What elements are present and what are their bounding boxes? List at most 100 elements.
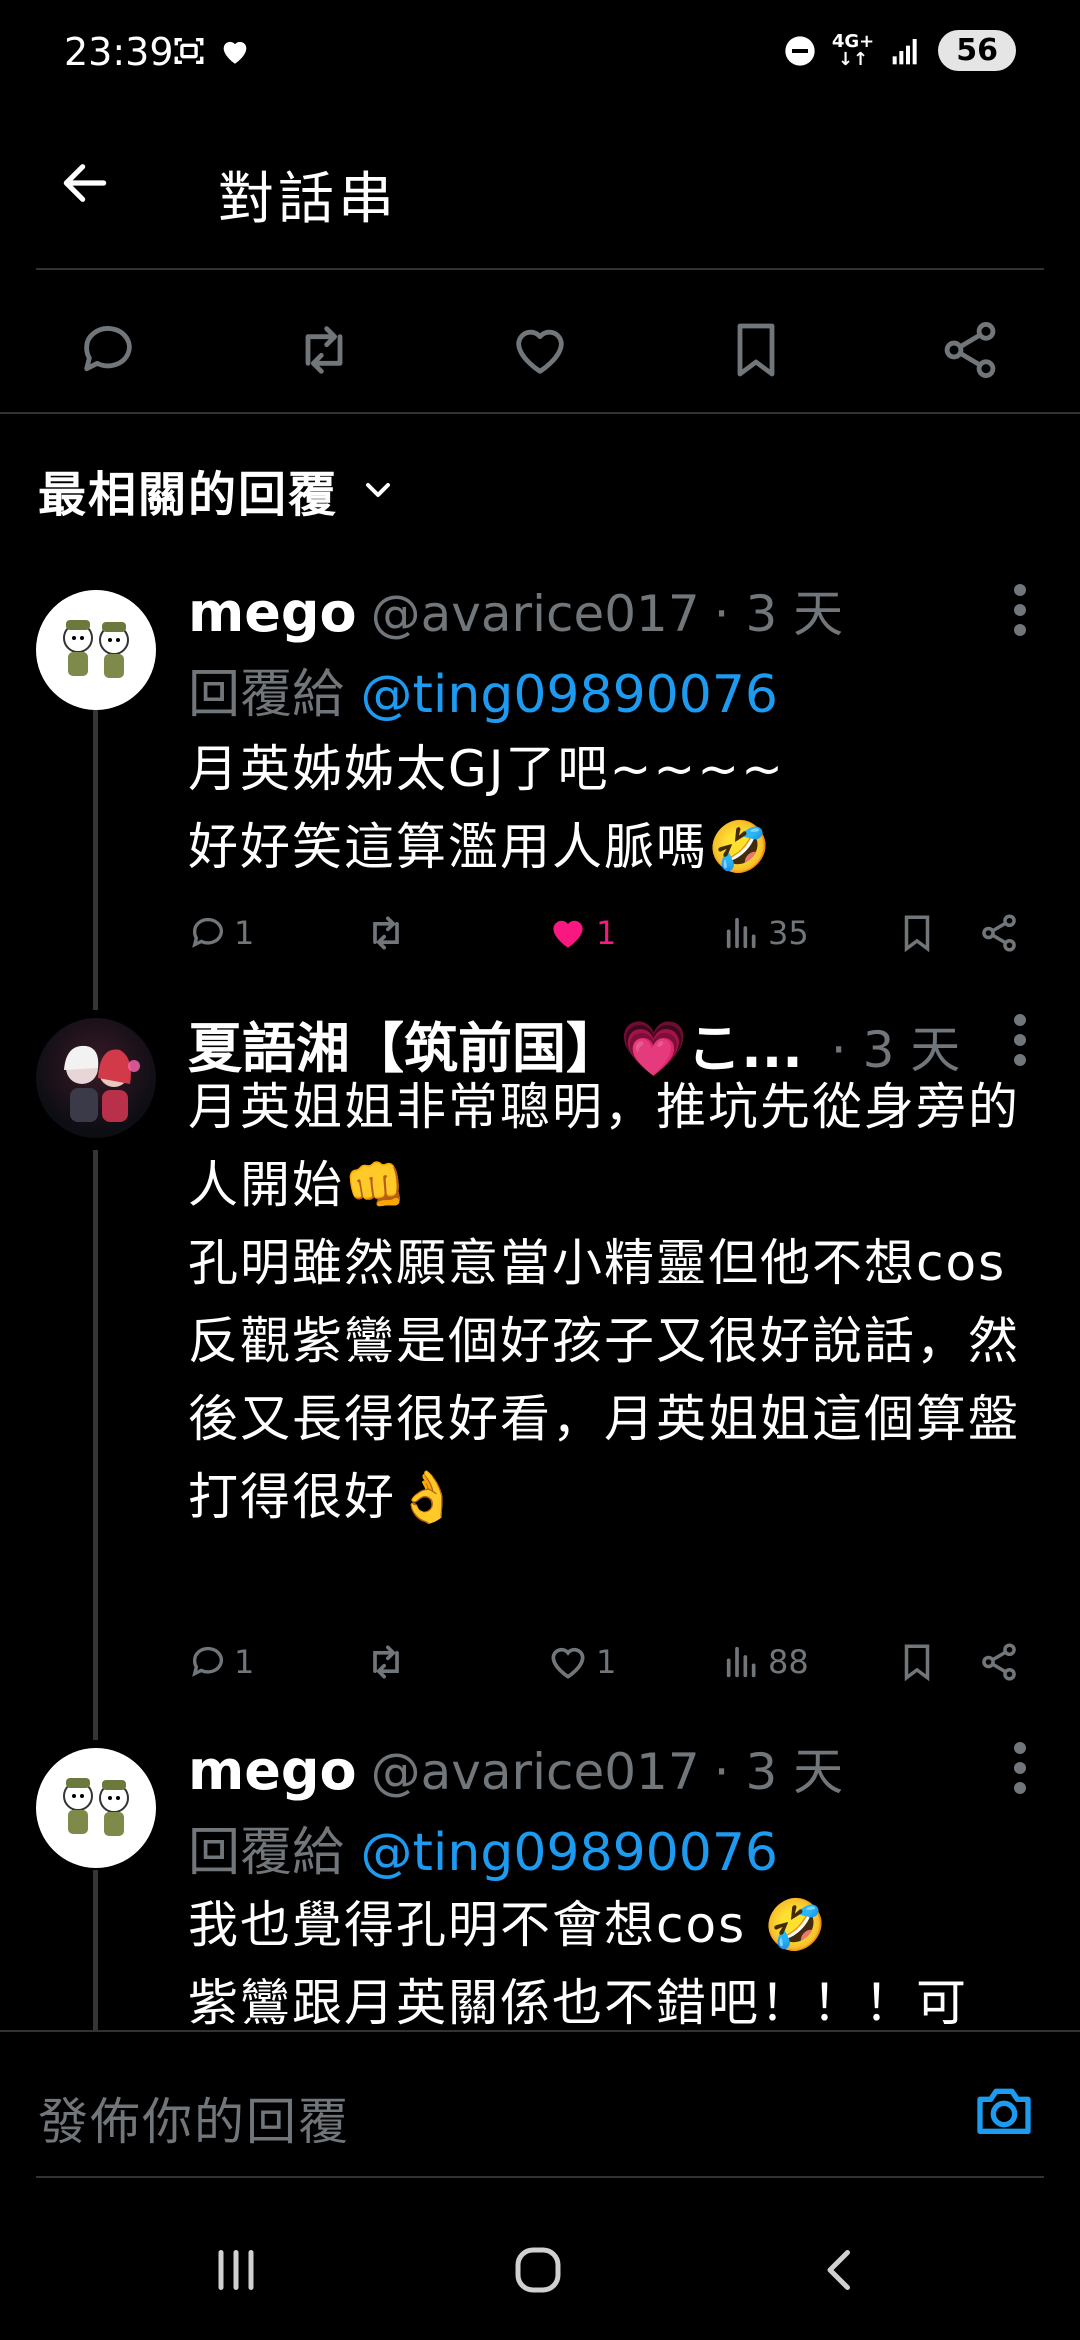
- tweet-header: mego @avarice017 · 3 天: [188, 1732, 843, 1804]
- divider: [0, 412, 1080, 414]
- signal-icon: [892, 38, 917, 64]
- reply-count: 1: [234, 1643, 255, 1681]
- tweet-text: 月英姊姊太GJ了吧~~~~ 好好笑這算濫用人脈嗎🤣: [188, 740, 786, 876]
- avatar[interactable]: [36, 590, 156, 710]
- chevron-down-icon: [366, 483, 391, 497]
- divider: [36, 2176, 1044, 2178]
- tweet-text: 月英姐姐非常聰明，推坑先從身旁的人開始👊 孔明雖然願意當小精靈但他不想cos 反…: [188, 1078, 1020, 1526]
- reply-button[interactable]: 1: [188, 1632, 254, 1692]
- reply-to: 回覆給 @ting09890076: [188, 1823, 779, 1883]
- avatar-photo-image: [64, 1045, 140, 1122]
- main-tweet-actions: [0, 290, 1080, 410]
- share-button[interactable]: [930, 310, 1010, 390]
- repost-button[interactable]: [364, 1632, 408, 1692]
- views-button[interactable]: 88: [722, 1632, 809, 1692]
- heart-status-icon: [223, 41, 247, 64]
- author-handle[interactable]: @avarice017: [371, 585, 700, 643]
- author-handle[interactable]: @avarice017: [371, 1743, 700, 1801]
- tweet-time: · 3 天: [713, 1743, 844, 1801]
- share-icon: [944, 322, 996, 378]
- reply-sort-dropdown[interactable]: 最相關的回覆: [38, 455, 398, 525]
- more-icon[interactable]: [1010, 580, 1030, 640]
- reply-count: 1: [234, 914, 255, 952]
- avatar-cartoon-image: [63, 620, 129, 678]
- network-indicator: 4G+ ↓↑: [831, 30, 875, 70]
- share-button[interactable]: [978, 1632, 1020, 1692]
- bookmark-button[interactable]: [896, 1632, 938, 1692]
- heart-icon: [516, 329, 564, 374]
- share-icon: [982, 914, 1016, 952]
- share-button[interactable]: [978, 903, 1020, 963]
- bookmark-button[interactable]: [896, 903, 938, 963]
- like-button[interactable]: 1: [546, 903, 616, 963]
- repost-button[interactable]: [284, 310, 364, 390]
- bookmark-button[interactable]: [716, 310, 796, 390]
- tweet-actions: 1 1 88: [188, 1632, 1038, 1692]
- like-count: 1: [596, 914, 617, 952]
- reply-to: 回覆給 @ting09890076: [188, 665, 779, 725]
- reply-button[interactable]: 1: [188, 903, 254, 963]
- mention-link[interactable]: @ting09890076: [361, 1823, 778, 1883]
- views-icon: [726, 917, 756, 949]
- recent-apps-button[interactable]: [186, 2230, 286, 2310]
- bookmark-icon: [904, 915, 930, 953]
- chevron-left-icon: [827, 2250, 850, 2290]
- mention-link[interactable]: @ting09890076: [361, 665, 778, 725]
- sort-label: 最相關的回覆: [38, 467, 339, 523]
- status-time: 23:39: [64, 30, 174, 74]
- bookmark-icon: [737, 323, 775, 377]
- dnd-icon: [785, 35, 815, 66]
- bookmark-icon: [904, 1644, 930, 1682]
- repost-icon: [305, 326, 343, 374]
- divider: [36, 268, 1044, 270]
- thread-line: [93, 1870, 98, 2030]
- tweet-header: mego @avarice017 · 3 天: [188, 574, 843, 646]
- more-icon[interactable]: [1010, 1010, 1030, 1070]
- back-nav-button[interactable]: [790, 2230, 890, 2310]
- views-button[interactable]: 35: [722, 903, 809, 963]
- thread-line: [93, 1150, 98, 1740]
- heart-icon: [551, 1647, 585, 1679]
- thread-line: [93, 710, 98, 1010]
- system-navigation-bar: [0, 2200, 1080, 2340]
- back-button[interactable]: [50, 148, 120, 218]
- comment-icon: [84, 326, 132, 372]
- home-icon: [515, 2247, 561, 2293]
- tweet-actions: 1 1 35: [188, 903, 1038, 963]
- screenshot-icon: [174, 37, 204, 65]
- camera-button[interactable]: [964, 2070, 1044, 2150]
- repost-button[interactable]: [364, 903, 408, 963]
- top-app-bar: 對話串: [0, 110, 1080, 260]
- avatar-cartoon-image: [63, 1778, 129, 1836]
- avatar[interactable]: [36, 1018, 156, 1138]
- home-button[interactable]: [488, 2230, 588, 2310]
- like-button[interactable]: [500, 310, 580, 390]
- share-icon: [982, 1643, 1016, 1681]
- more-icon[interactable]: [1010, 1738, 1030, 1798]
- avatar[interactable]: [36, 1748, 156, 1868]
- status-bar: 23:39 4G+ ↓↑ 56: [0, 0, 1080, 110]
- recent-apps-icon: [218, 2250, 254, 2290]
- repost-icon: [373, 1645, 399, 1679]
- views-icon: [726, 1646, 756, 1678]
- camera-icon: [977, 2088, 1031, 2134]
- reply-input[interactable]: 發佈你的回覆: [38, 2082, 350, 2154]
- reply-button[interactable]: [68, 310, 148, 390]
- repost-icon: [373, 916, 399, 950]
- tweet-text: 我也覺得孔明不會想cos 🤣 紫鸞跟月英關係也不錯吧！！！可: [188, 1896, 968, 2032]
- like-count: 1: [596, 1643, 617, 1681]
- divider: [0, 2030, 1080, 2032]
- heart-filled-icon: [553, 920, 583, 948]
- reply-composer[interactable]: 發佈你的回覆: [0, 2030, 1080, 2180]
- comment-icon: [192, 1646, 223, 1677]
- battery-indicator: 56: [938, 30, 1016, 71]
- author-name[interactable]: mego: [188, 581, 357, 644]
- like-button[interactable]: 1: [546, 1632, 616, 1692]
- page-title: 對話串: [218, 167, 398, 232]
- author-name[interactable]: mego: [188, 1739, 357, 1802]
- arrow-left-icon: [63, 164, 107, 202]
- comment-icon: [192, 917, 223, 948]
- view-count: 35: [768, 914, 809, 952]
- tweet-time: · 3 天: [713, 585, 844, 643]
- view-count: 88: [768, 1643, 809, 1681]
